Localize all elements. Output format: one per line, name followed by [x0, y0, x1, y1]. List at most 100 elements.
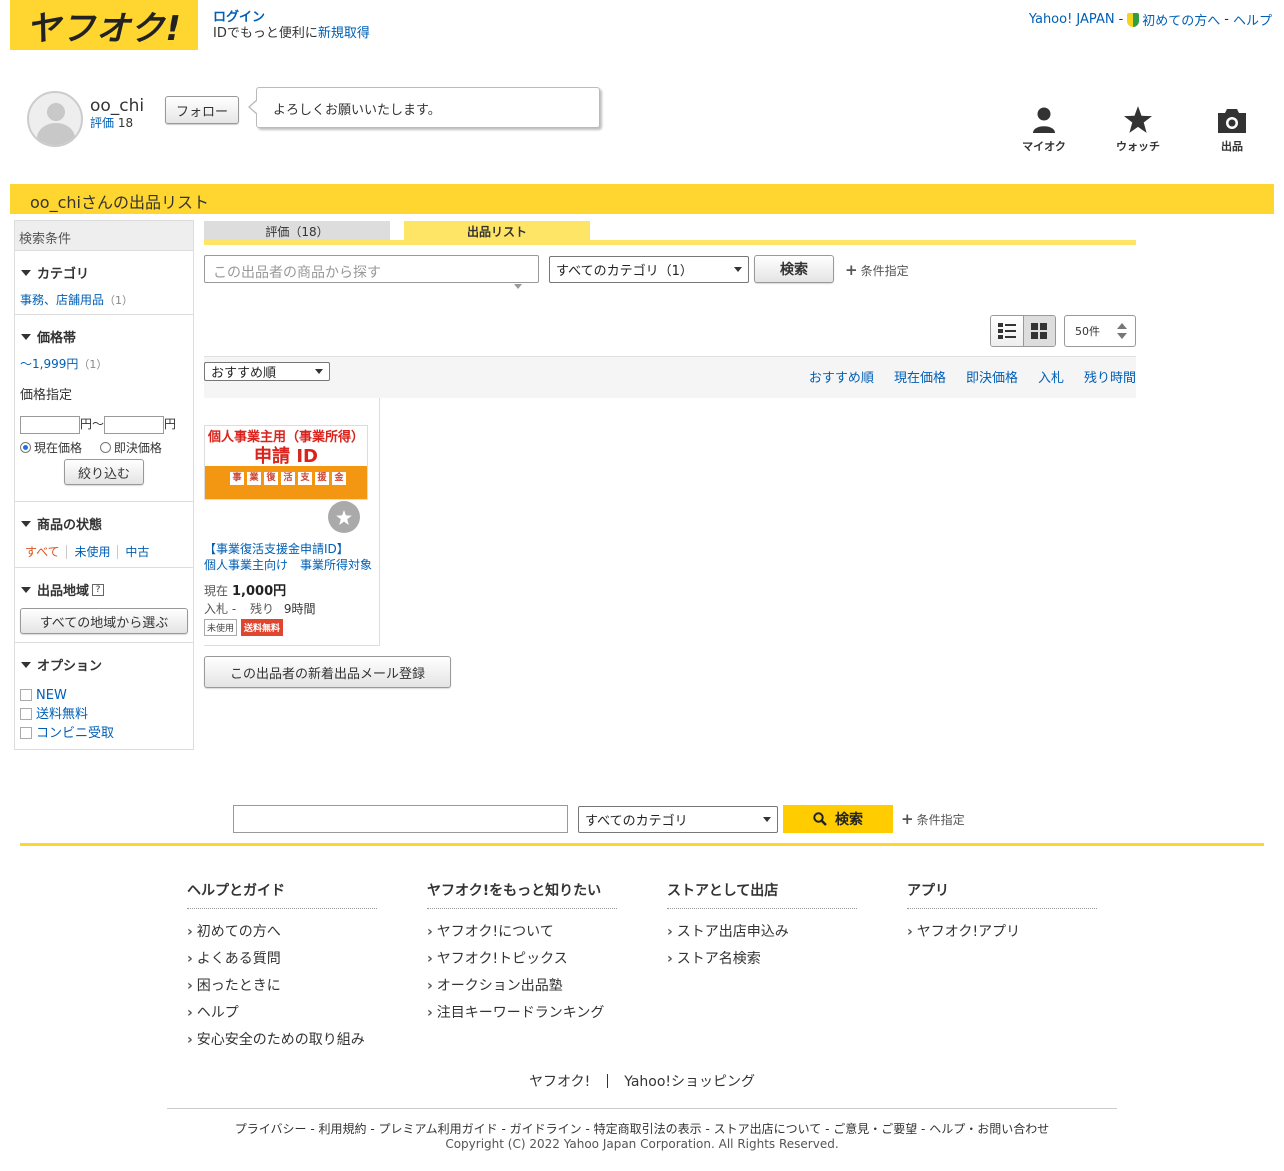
product-title-link[interactable]: 【事業復活支援金申請ID】 個人事業主向け 事業所得対象 [204, 541, 372, 573]
price-range-link[interactable]: 〜1,999円 [20, 357, 78, 371]
bottom-search-button[interactable]: 検索 [783, 805, 893, 833]
option-free-shipping[interactable]: 送料無料 [20, 705, 193, 724]
brand-yahuoku-link[interactable]: ヤフオク! [529, 1074, 590, 1090]
grid-view-button[interactable] [1023, 316, 1055, 346]
login-block: ログイン IDでもっと便利に新規取得 [213, 10, 370, 42]
category-select[interactable]: すべてのカテゴリ（1） [549, 256, 749, 283]
footer-link[interactable]: 困ったときに [187, 973, 377, 1000]
help-link[interactable]: ヘルプ [1233, 10, 1272, 29]
sort-select[interactable]: おすすめ順 [204, 362, 330, 381]
footer-link[interactable]: ストア出店申込み [667, 919, 857, 946]
sort-bids[interactable]: 入札 [1038, 367, 1064, 386]
tab-listing[interactable]: 出品リスト [404, 221, 590, 241]
sort-time-left[interactable]: 残り時間 [1084, 367, 1136, 386]
footer-link[interactable]: ヘルプ [187, 1000, 377, 1027]
yen-to-label: 円～ [80, 417, 105, 431]
footer-link[interactable]: オークション出品塾 [427, 973, 617, 1000]
watch-list-button[interactable]: ウォッチ [1108, 105, 1168, 154]
logo-text: ヤフオク! [26, 8, 182, 49]
separator: - [1118, 12, 1124, 27]
seller-rating: 評価 18 [90, 114, 133, 131]
my-auction-button[interactable]: マイオク [1014, 105, 1074, 154]
avatar[interactable] [27, 91, 83, 147]
brand-shopping-link[interactable]: Yahoo!ショッピング [624, 1074, 755, 1090]
tab-rating[interactable]: 評価（18） [204, 221, 390, 241]
per-page-stepper[interactable]: 50件 [1064, 315, 1136, 347]
condition-all[interactable]: すべて [25, 545, 67, 559]
option-convenience-store[interactable]: コンビニ受取 [20, 724, 193, 743]
price-range-count: （1） [78, 358, 108, 371]
footer-link[interactable]: 注目キーワードランキング [427, 1000, 617, 1027]
price-label: 現在 [204, 584, 229, 598]
new-listing-mail-button[interactable]: この出品者の新着出品メール登録 [204, 656, 451, 688]
person-icon [1014, 105, 1074, 133]
all-regions-button[interactable]: すべての地域から選ぶ [20, 608, 188, 634]
footer-divider-yellow [20, 843, 1264, 846]
footer-col-title: ヘルプとガイド [187, 880, 377, 909]
option-new[interactable]: NEW [20, 686, 193, 705]
footer-bottom-link[interactable]: ガイドライン [510, 1122, 582, 1136]
footer-link[interactable]: ストア名検索 [667, 946, 857, 973]
avatar-head-icon [47, 103, 65, 121]
max-price-input[interactable] [104, 415, 165, 434]
footer-bottom-link[interactable]: プレミアム利用ガイド [378, 1122, 497, 1136]
footer-bottom-link[interactable]: ヘルプ・お問い合わせ [929, 1122, 1049, 1136]
rating-count: 18 [117, 116, 134, 130]
sell-button[interactable]: 出品 [1202, 105, 1262, 154]
yen-label: 円 [164, 417, 177, 431]
sort-current-price[interactable]: 現在価格 [894, 367, 946, 386]
category-title: カテゴリ [37, 267, 90, 282]
category-toggle[interactable]: カテゴリ [15, 263, 193, 282]
seller-search-input[interactable]: この出品者の商品から探す [204, 255, 539, 283]
price-toggle[interactable]: 価格帯 [15, 327, 193, 346]
product-thumbnail[interactable]: 個人事業主用（事業所得） 申請 ID 事 業 復 活 支 援 金 [204, 425, 368, 500]
rating-link[interactable]: 評価 [90, 116, 114, 130]
bottom-search-label: 検索 [835, 812, 863, 828]
bottom-condition-spec-link[interactable]: + 条件指定 [901, 810, 965, 828]
radio-current-price[interactable]: 現在価格 [20, 441, 82, 455]
condition-toggle[interactable]: 商品の状態 [15, 514, 193, 533]
yahuoku-logo[interactable]: ヤフオク! [10, 0, 198, 50]
watch-star-button[interactable] [328, 501, 360, 533]
thumb-box: 支 [298, 472, 312, 485]
follow-button[interactable]: フォロー [165, 96, 239, 124]
triangle-down-icon [21, 520, 31, 527]
help-icon[interactable]: ? [92, 583, 105, 596]
radio-buynow-price[interactable]: 即決価格 [99, 441, 162, 455]
search-button[interactable]: 検索 [754, 255, 834, 283]
footer-col-title: ストアとして出店 [667, 880, 857, 909]
top-links: Yahoo! JAPAN - 初めての方へ - ヘルプ [1029, 10, 1272, 29]
footer-bottom-link[interactable]: ご意見・ご要望 [833, 1122, 917, 1136]
footer-link[interactable]: 初めての方へ [187, 919, 377, 946]
avatar-body-icon [37, 123, 75, 145]
region-toggle[interactable]: 出品地域? [15, 580, 193, 599]
bottom-category-select[interactable]: すべてのカテゴリ [578, 806, 778, 833]
condition-unused[interactable]: 未使用 [70, 545, 118, 559]
thumb-box: 復 [264, 472, 278, 485]
footer-link[interactable]: よくある質問 [187, 946, 377, 973]
footer-link[interactable]: ヤフオク!トピックス [427, 946, 617, 973]
footer-bottom-link[interactable]: 利用規約 [319, 1122, 367, 1136]
footer-link[interactable]: ヤフオク!アプリ [907, 919, 1097, 946]
category-link[interactable]: 事務、店舗用品 [20, 293, 104, 307]
option-toggle[interactable]: オプション [15, 655, 193, 674]
sort-buynow-price[interactable]: 即決価格 [966, 367, 1018, 386]
register-link[interactable]: 新規取得 [318, 26, 370, 41]
product-title-line-2: 個人事業主向け 事業所得対象 [204, 558, 372, 572]
login-link[interactable]: ログイン [213, 10, 265, 25]
condition-used[interactable]: 中古 [121, 545, 149, 559]
footer-link[interactable]: 安心安全のための取り組み [187, 1027, 377, 1054]
bottom-search-input[interactable] [233, 805, 568, 833]
sort-recommended[interactable]: おすすめ順 [809, 367, 874, 386]
condition-spec-link[interactable]: + 条件指定 [845, 261, 909, 279]
narrow-down-button[interactable]: 絞り込む [64, 459, 144, 485]
list-view-button[interactable] [991, 316, 1024, 346]
footer-link[interactable]: ヤフオク!について [427, 919, 617, 946]
beginner-link[interactable]: 初めての方へ [1127, 10, 1220, 29]
footer-bottom-link[interactable]: プライバシー [235, 1122, 307, 1136]
category-count: （1） [104, 294, 134, 307]
footer-bottom-link[interactable]: 特定商取引法の表示 [594, 1122, 702, 1136]
yahoo-japan-link[interactable]: Yahoo! JAPAN [1029, 12, 1115, 27]
footer-bottom-link[interactable]: ストア出店について [714, 1122, 822, 1136]
min-price-input[interactable] [20, 415, 80, 434]
